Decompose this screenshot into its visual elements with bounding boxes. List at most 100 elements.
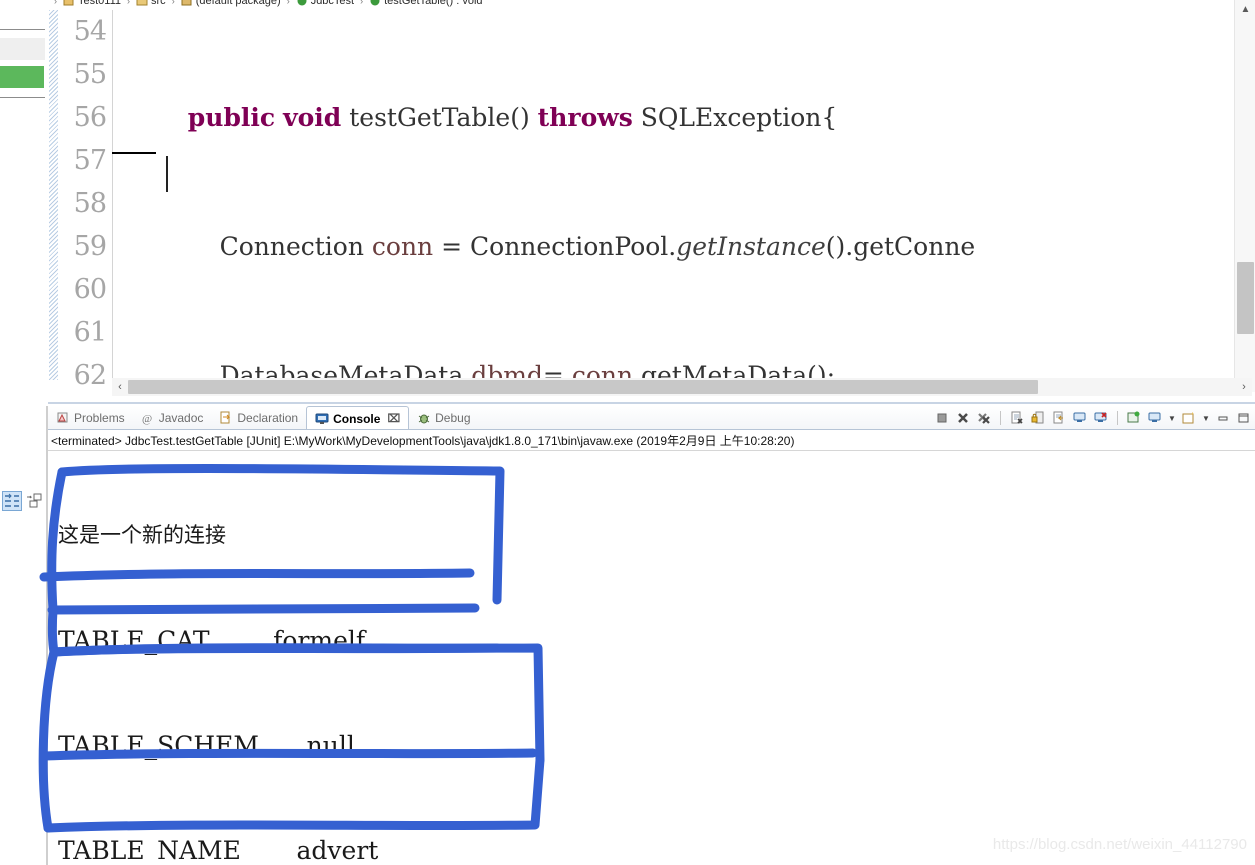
line-number: 58 — [73, 188, 107, 219]
scrollbar-thumb[interactable] — [128, 380, 1038, 394]
tab-bar-underline — [48, 429, 1255, 430]
breadcrumb-label: src — [151, 0, 166, 7]
console-icon — [315, 412, 329, 426]
view-control-bar — [2, 487, 46, 515]
view-tab-bar: Problems @ Javadoc Declaration Console ⌧ — [48, 406, 1255, 430]
java-editor[interactable]: › Test0111 › src › (default package) › J… — [48, 0, 1255, 477]
breadcrumb-label: (default package) — [195, 0, 281, 7]
word-wrap-icon[interactable] — [1050, 409, 1068, 427]
console-toolbar: ▼ ▼ — [933, 406, 1255, 430]
junit-divider-top — [0, 29, 45, 30]
console-view: Problems @ Javadoc Declaration Console ⌧ — [48, 406, 1255, 865]
eclipse-window: › Test0111 › src › (default package) › J… — [0, 0, 1255, 865]
junit-progress-green — [0, 66, 44, 88]
scrollbar-thumb[interactable] — [1237, 262, 1254, 334]
pane-sash[interactable] — [48, 402, 1255, 404]
svg-text:@: @ — [142, 413, 152, 425]
package-icon — [181, 0, 193, 7]
tab-label: Console — [333, 411, 381, 426]
console-line: 这是一个新的连接 — [58, 523, 226, 547]
editor-annotation-ruler[interactable] — [48, 10, 58, 380]
breadcrumb-label: JdbcTest — [310, 0, 355, 7]
debug-bug-icon — [417, 411, 431, 425]
code-line-56: DatabaseMetaData dbmd= conn.getMetaData(… — [156, 361, 836, 380]
chevron-down-icon[interactable]: ▼ — [1201, 414, 1211, 423]
line-number: 54 — [73, 16, 107, 47]
junit-divider-bottom — [0, 97, 45, 98]
maximize-view-icon[interactable] — [24, 491, 44, 511]
line-number: 55 — [73, 59, 107, 90]
editor-vertical-scrollbar[interactable]: ▲ ▼ — [1234, 0, 1255, 392]
toolbar-separator — [1117, 411, 1118, 425]
breadcrumb-separator: › — [171, 0, 175, 6]
show-console-on-output-icon[interactable] — [1071, 409, 1089, 427]
pin-console-icon[interactable] — [1125, 409, 1143, 427]
tab-console[interactable]: Console ⌧ — [306, 406, 410, 430]
current-line-marker — [112, 152, 156, 154]
breadcrumb-label: testGetTable() : void — [384, 0, 483, 7]
tab-label: Problems — [74, 411, 125, 425]
terminated-process-label: <terminated> JdbcTest.testGetTable [JUni… — [51, 434, 795, 448]
scroll-right-icon[interactable]: › — [1236, 378, 1252, 396]
restore-view-icon[interactable] — [2, 491, 22, 511]
tab-label: Javadoc — [158, 411, 204, 425]
breadcrumb-separator: › — [127, 0, 131, 6]
breadcrumb-item-src[interactable]: src — [136, 0, 166, 7]
console-output-text[interactable]: 这是一个新的连接 TABLE_CAT formelf TABLE_SCHEM n… — [58, 448, 1238, 863]
code-text[interactable]: public void testGetTable() throws SQLExc… — [156, 10, 1233, 380]
text-caret — [166, 156, 168, 192]
breadcrumb-separator: › — [360, 0, 364, 6]
breadcrumb-separator: › — [54, 0, 57, 6]
breadcrumb-item-package[interactable]: (default package) — [181, 0, 281, 7]
minimize-icon[interactable] — [1214, 409, 1232, 427]
breadcrumb[interactable]: › Test0111 › src › (default package) › J… — [52, 0, 1232, 10]
console-line: TABLE_SCHEM null — [58, 731, 355, 760]
tab-debug[interactable]: Debug — [409, 406, 478, 430]
breadcrumb-separator: › — [286, 0, 290, 6]
line-number: 61 — [73, 317, 107, 348]
scroll-lock-icon[interactable] — [1029, 409, 1047, 427]
display-selected-console-icon[interactable] — [1146, 409, 1164, 427]
maximize-icon[interactable] — [1235, 409, 1253, 427]
console-left-edge — [46, 406, 48, 865]
line-number: 60 — [73, 274, 107, 305]
breadcrumb-item-class[interactable]: JdbcTest — [296, 0, 354, 7]
class-icon — [296, 0, 308, 7]
console-line: TABLE_CAT formelf — [58, 626, 366, 655]
remove-launch-icon[interactable] — [954, 409, 972, 427]
clear-console-icon[interactable] — [1008, 409, 1026, 427]
watermark: https://blog.csdn.net/weixin_44112790 — [992, 836, 1247, 853]
line-number: 59 — [73, 231, 107, 262]
open-console-icon[interactable] — [1180, 409, 1198, 427]
line-number: 57 — [73, 145, 107, 176]
javadoc-at-icon: @ — [141, 411, 155, 425]
problems-icon — [56, 411, 70, 425]
declaration-icon — [219, 411, 233, 425]
scroll-up-icon[interactable]: ▲ — [1235, 0, 1255, 18]
remove-all-terminated-icon[interactable] — [975, 409, 993, 427]
close-icon[interactable]: ⌧ — [387, 412, 400, 425]
toolbar-separator — [1000, 411, 1001, 425]
scroll-left-icon[interactable]: ‹ — [112, 378, 128, 396]
breadcrumb-item-method[interactable]: testGetTable() : void — [369, 0, 483, 7]
tab-label: Declaration — [237, 411, 299, 425]
code-line-55: Connection conn = ConnectionPool.getInst… — [156, 232, 976, 261]
java-project-icon — [63, 0, 75, 7]
line-number: 62 — [73, 360, 107, 391]
tab-javadoc[interactable]: @ Javadoc — [133, 406, 212, 430]
tab-problems[interactable]: Problems — [48, 406, 133, 430]
show-console-on-error-icon[interactable] — [1092, 409, 1110, 427]
terminate-icon[interactable] — [933, 409, 951, 427]
junit-view-strip — [0, 0, 48, 404]
breadcrumb-item-project[interactable]: Test0111 — [63, 0, 121, 7]
tab-declaration[interactable]: Declaration — [211, 406, 306, 430]
editor-horizontal-scrollbar[interactable]: ‹ › — [112, 378, 1252, 396]
source-folder-icon — [136, 0, 148, 7]
method-icon — [369, 0, 381, 7]
chevron-down-icon[interactable]: ▼ — [1167, 414, 1177, 423]
breadcrumb-label: Test0111 — [78, 0, 122, 7]
tab-label: Debug — [435, 411, 471, 425]
line-number: 56 — [73, 102, 107, 133]
line-number-gutter: 54 55 56 57 58 59 60 61 62 63 64 — [58, 10, 113, 477]
code-line-54: public void testGetTable() throws SQLExc… — [187, 103, 838, 132]
